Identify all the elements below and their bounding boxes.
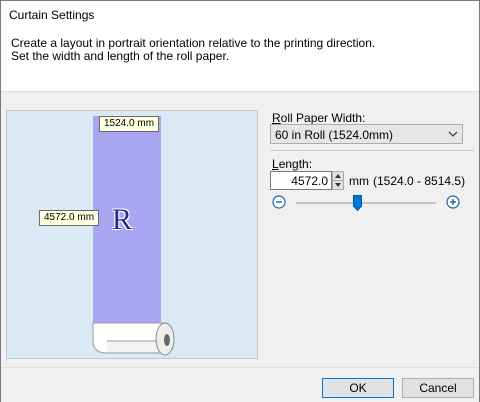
roll-paper-width-value: 60 in Roll (1524.0mm) bbox=[275, 128, 394, 142]
length-mnemonic: L bbox=[272, 157, 279, 171]
title-bar[interactable]: Curtain Settings bbox=[1, 1, 479, 29]
length-input[interactable]: 4572.0 bbox=[270, 171, 332, 190]
orientation-letter: R bbox=[112, 203, 133, 236]
length-unit: mm bbox=[349, 174, 369, 188]
chevron-down-icon bbox=[448, 131, 458, 137]
triangle-up-icon[interactable] bbox=[333, 172, 343, 181]
description-line-2: Set the width and length of the roll pap… bbox=[11, 49, 230, 63]
roll-core bbox=[164, 334, 170, 346]
length-label: Length: bbox=[272, 157, 312, 171]
window-title: Curtain Settings bbox=[9, 8, 95, 22]
description-line-1: Create a layout in portrait orientation … bbox=[11, 36, 376, 50]
ok-button[interactable]: OK bbox=[322, 378, 394, 398]
roll-paper-width-select[interactable]: 60 in Roll (1524.0mm) bbox=[270, 124, 463, 144]
layout-preview: 1524.0 mm 4572.0 mm R bbox=[6, 110, 258, 359]
cancel-button[interactable]: Cancel bbox=[402, 378, 474, 398]
roll-paper-width-mnemonic: R bbox=[272, 111, 281, 125]
paper-width-tag: 1524.0 mm bbox=[99, 116, 160, 132]
length-spinner bbox=[332, 171, 344, 190]
section-divider bbox=[270, 150, 474, 151]
slider-thumb[interactable] bbox=[353, 195, 362, 211]
roll-paper-width-label-text: oll Paper Width: bbox=[280, 111, 366, 125]
minus-circle-icon[interactable] bbox=[272, 195, 286, 209]
description-panel: Create a layout in portrait orientation … bbox=[1, 29, 479, 92]
length-value: 4572.0 bbox=[291, 174, 328, 188]
plus-circle-icon[interactable] bbox=[446, 195, 460, 209]
slider-track[interactable] bbox=[296, 202, 436, 204]
triangle-down-icon[interactable] bbox=[333, 181, 343, 189]
curtain-settings-dialog: Curtain Settings Create a layout in port… bbox=[0, 0, 480, 402]
length-slider bbox=[270, 194, 464, 212]
paper-length-tag: 4572.0 mm bbox=[39, 210, 100, 226]
length-range: (1524.0 - 8514.5) bbox=[373, 174, 466, 188]
roll-paper-width-label: Roll Paper Width: bbox=[272, 111, 365, 125]
length-label-text: ength: bbox=[278, 157, 313, 171]
